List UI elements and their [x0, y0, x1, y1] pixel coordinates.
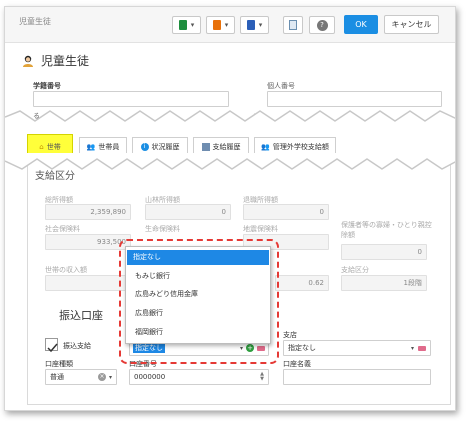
shiten-label: 支店: [283, 331, 297, 339]
word-export-button[interactable]: ▾: [240, 16, 269, 34]
pdf-export-button[interactable]: ▾: [206, 16, 235, 34]
taishoku-input[interactable]: 0: [243, 204, 329, 220]
tab-label: 状況履歴: [151, 143, 180, 151]
chevron-down-icon: ▾: [410, 344, 414, 352]
annotation-highlight: [119, 239, 279, 364]
koza-type-value: 普通: [50, 373, 64, 381]
sanrin-input[interactable]: 0: [145, 204, 231, 220]
torn-edge-top: [5, 110, 455, 129]
dialog-window: 児童生徒 ▾ ▾ ▾ ? OK キャンセル 児童生徒 学籍番号 個人番号 る ま: [4, 6, 456, 411]
home-icon: ⌂: [39, 143, 44, 151]
page-title: 児童生徒: [41, 54, 90, 68]
chevron-down-icon: ▾: [190, 21, 195, 29]
transfer-checkbox[interactable]: [45, 338, 58, 353]
koza-type-label: 口座種類: [45, 360, 73, 368]
tab-label: 支給履歴: [212, 143, 241, 151]
window-toolbar: 児童生徒 ▾ ▾ ▾ ? OK キャンセル: [5, 7, 455, 43]
shiten-value: 指定なし: [288, 344, 316, 352]
chevron-down-icon: ▾: [108, 373, 112, 381]
people-icon: 👥: [261, 143, 270, 151]
list-icon: [201, 143, 210, 151]
spinner-icon[interactable]: ▲ ▼: [260, 372, 264, 382]
ok-button[interactable]: OK: [344, 15, 378, 34]
eraser-icon[interactable]: [418, 345, 426, 351]
ratio-input[interactable]: 0.62: [275, 275, 329, 291]
shikyu-kubun-label: 支給区分: [341, 266, 369, 274]
transfer-label: 振込支給: [63, 342, 91, 350]
tab-label: 世帯員: [98, 143, 120, 151]
koza-no-value: 0000000: [134, 373, 166, 381]
kojin-label: 個人番号: [267, 82, 295, 90]
koza-name-label: 口座名義: [283, 360, 311, 368]
student-icon: [21, 53, 35, 67]
chevron-down-icon: ▾: [224, 21, 229, 29]
koza-name-input[interactable]: [283, 369, 431, 385]
gakuseki-label: 学籍番号: [33, 82, 61, 90]
tab-label: 世帯: [46, 143, 61, 151]
kojin-input[interactable]: [267, 91, 442, 107]
shakai-label: 社会保険料: [45, 225, 80, 233]
bank-section-title: 振込口座: [59, 309, 103, 322]
window-title: 児童生徒: [19, 17, 51, 26]
excel-icon: [178, 20, 187, 30]
clear-icon[interactable]: ×: [97, 373, 106, 381]
people-icon: 👥: [86, 143, 96, 151]
koza-type-select[interactable]: 普通 × ▾: [45, 369, 117, 385]
word-icon: [246, 20, 255, 30]
seimei-label: 生命保険料: [145, 225, 180, 233]
hogosha-label: 保護者等の寡婦・ひとり親控除額: [341, 221, 432, 239]
section-title: 支給区分: [35, 171, 75, 182]
chevron-down-icon: ▾: [258, 21, 263, 29]
calculator-icon: [289, 20, 297, 30]
excel-export-button[interactable]: ▾: [172, 16, 201, 34]
help-icon: ?: [316, 19, 328, 31]
hogosha-input[interactable]: 0: [341, 244, 427, 260]
gakuseki-input[interactable]: [33, 91, 229, 107]
shiten-select[interactable]: 指定なし ▾: [283, 340, 431, 356]
shotoku-input[interactable]: 2,359,890: [45, 204, 131, 220]
cancel-button[interactable]: キャンセル: [384, 15, 439, 34]
tab-label: 管理外学校支給額: [272, 143, 329, 151]
koza-no-input[interactable]: 0000000 ▲ ▼: [129, 369, 269, 385]
document-icon: [212, 20, 221, 30]
jishin-label: 地震保険料: [243, 225, 278, 233]
help-button[interactable]: ?: [309, 16, 335, 34]
setai-income-label: 世帯の収入額: [45, 266, 87, 274]
info-icon: i: [140, 143, 149, 151]
calculator-button[interactable]: [283, 16, 303, 34]
shikyu-kubun-input[interactable]: 1段階: [341, 275, 427, 291]
